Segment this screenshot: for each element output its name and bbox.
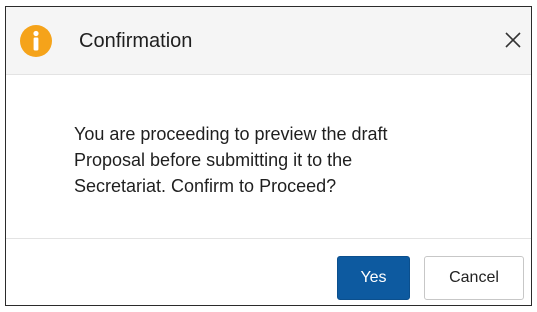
dialog-body: You are proceeding to preview the draft … [6, 75, 531, 237]
info-icon [20, 25, 52, 57]
dialog-title: Confirmation [79, 30, 193, 52]
yes-button[interactable]: Yes [337, 256, 410, 300]
message-line: Secretariat. Confirm to Proceed? [74, 176, 337, 196]
message-line: Proposal before submitting it to the [74, 150, 353, 170]
dialog-header: Confirmation [6, 7, 531, 75]
confirmation-dialog: Confirmation You are proceeding to previ… [5, 6, 532, 306]
dialog-footer: Yes Cancel [6, 238, 531, 306]
message-line: You are proceeding to preview the draft [74, 124, 388, 144]
close-icon[interactable] [501, 28, 525, 52]
cancel-button[interactable]: Cancel [424, 256, 524, 300]
confirmation-message: You are proceeding to preview the draft … [74, 121, 494, 199]
